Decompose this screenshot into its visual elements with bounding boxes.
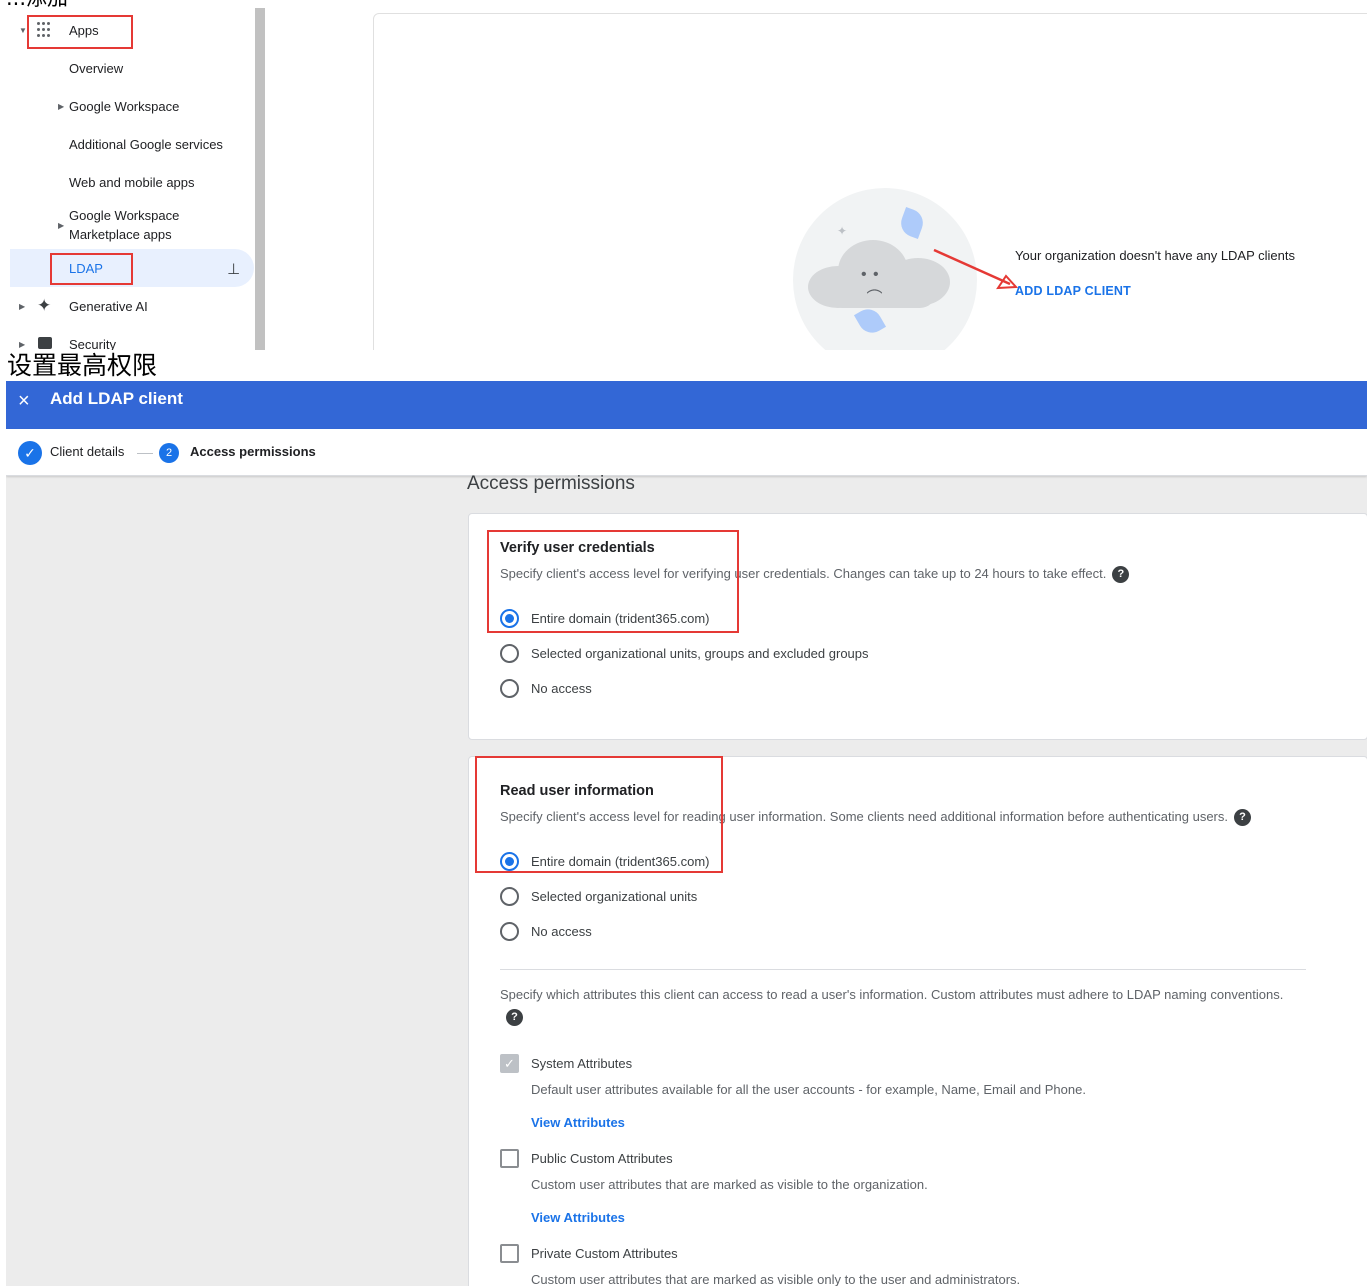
annotation-box-ldap [50,253,133,285]
sidebar-item-label: Web and mobile apps [69,174,195,190]
step-client-details[interactable]: Client details [50,444,124,459]
security-icon [38,337,52,349]
radio-unselected[interactable] [500,886,519,906]
radio-label: No access [531,680,592,696]
sidebar-item-overview[interactable]: Overview [10,49,254,87]
radio-label: Selected organizational units [531,888,698,904]
dialog-header: × Add LDAP client [6,381,1367,429]
admin-console-screenshot: ...添加 ▼ Apps Overview ▶ Google Workspace… [0,0,1367,350]
divider [500,969,1306,970]
step-access-permissions: Access permissions [190,444,316,459]
help-icon[interactable]: ? [1112,566,1130,584]
step-connector [137,453,153,454]
pin-icon[interactable]: ⊥ [227,260,240,278]
read-option-selected-units[interactable]: Selected organizational units [500,885,697,907]
step-number: 2 [159,443,179,463]
radio-unselected[interactable] [500,643,519,663]
caret-right-icon: ▶ [19,339,26,349]
system-attributes-description: Default user attributes available for al… [531,1082,1086,1097]
private-custom-attributes-checkbox-row[interactable]: Private Custom Attributes [500,1242,678,1264]
verify-option-no-access[interactable]: No access [500,677,592,699]
sidebar-item-label: Security [69,336,116,351]
sidebar-item-label: Overview [69,60,124,76]
checkbox-label: System Attributes [531,1055,633,1071]
sidebar-item-web-mobile-apps[interactable]: Web and mobile apps [10,163,254,201]
read-option-no-access[interactable]: No access [500,920,592,942]
empty-state-message: Your organization doesn't have any LDAP … [1015,248,1296,263]
caret-right-icon: ▶ [58,220,65,230]
private-custom-attributes-description: Custom user attributes that are marked a… [531,1272,1021,1286]
sidebar-item-generative-ai[interactable]: ▶ ✦ Generative AI [10,287,254,325]
checkbox-unchecked[interactable] [500,1243,519,1263]
view-system-attributes-link[interactable]: View Attributes [531,1115,625,1130]
sparkle-icon: ✦ [37,296,52,315]
sidebar-scrollbar[interactable] [255,8,265,350]
verify-option-selected-units[interactable]: Selected organizational units, groups an… [500,642,869,664]
sidebar-nav: ▼ Apps Overview ▶ Google Workspace Addit… [10,8,256,350]
stepper: ✓ Client details 2 Access permissions [6,429,1367,476]
sidebar-item-label: Google Workspace Marketplace apps [69,208,180,242]
red-arrow-annotation [933,248,1019,290]
sidebar-item-security[interactable]: ▶ Security [10,325,254,351]
caption: 设置最高权限 [7,351,158,380]
sidebar-item-marketplace-apps[interactable]: ▶ Google Workspace Marketplace apps [10,204,254,246]
sidebar-item-google-workspace[interactable]: ▶ Google Workspace [10,87,254,125]
annotation-box-read [475,756,723,873]
add-ldap-client-dialog: × Add LDAP client ✓ Client details 2 Acc… [6,381,1367,1286]
radio-label: Selected organizational units, groups an… [531,645,869,661]
check-icon: ✓ [18,441,42,465]
radio-label: No access [531,923,592,939]
checkbox-label: Public Custom Attributes [531,1150,673,1166]
sidebar-item-label: Google Workspace [69,98,180,114]
checkbox-unchecked[interactable] [500,1148,519,1168]
caret-right-icon: ▶ [19,301,26,311]
checkbox-disabled-checked: ✓ [500,1053,519,1073]
sidebar-item-additional-services[interactable]: Additional Google services [10,125,254,163]
sidebar-item-label: Generative AI [69,298,148,314]
annotation-box-apps [27,15,133,49]
sidebar-item-label: Additional Google services [69,136,223,152]
caret-right-icon: ▶ [58,101,65,111]
attributes-intro: Specify which attributes this client can… [500,984,1290,1028]
add-ldap-client-link[interactable]: ADD LDAP CLIENT [1015,284,1131,298]
checkbox-label: Private Custom Attributes [531,1245,678,1261]
radio-unselected[interactable] [500,678,519,698]
attributes-intro-text: Specify which attributes this client can… [500,987,1284,1002]
view-public-attributes-link[interactable]: View Attributes [531,1210,625,1225]
help-icon[interactable]: ? [506,1009,523,1027]
public-custom-attributes-description: Custom user attributes that are marked a… [531,1177,928,1192]
radio-unselected[interactable] [500,921,519,941]
system-attributes-checkbox-row: ✓ System Attributes [500,1052,632,1074]
annotation-box-verify [487,530,739,633]
help-icon[interactable]: ? [1234,809,1251,827]
close-icon[interactable]: × [18,390,30,413]
public-custom-attributes-checkbox-row[interactable]: Public Custom Attributes [500,1147,673,1169]
caret-down-icon: ▼ [19,25,27,35]
cut-off-heading: ...添加 [6,0,68,9]
section-title: Access permissions [467,473,635,494]
dialog-title: Add LDAP client [50,389,183,408]
